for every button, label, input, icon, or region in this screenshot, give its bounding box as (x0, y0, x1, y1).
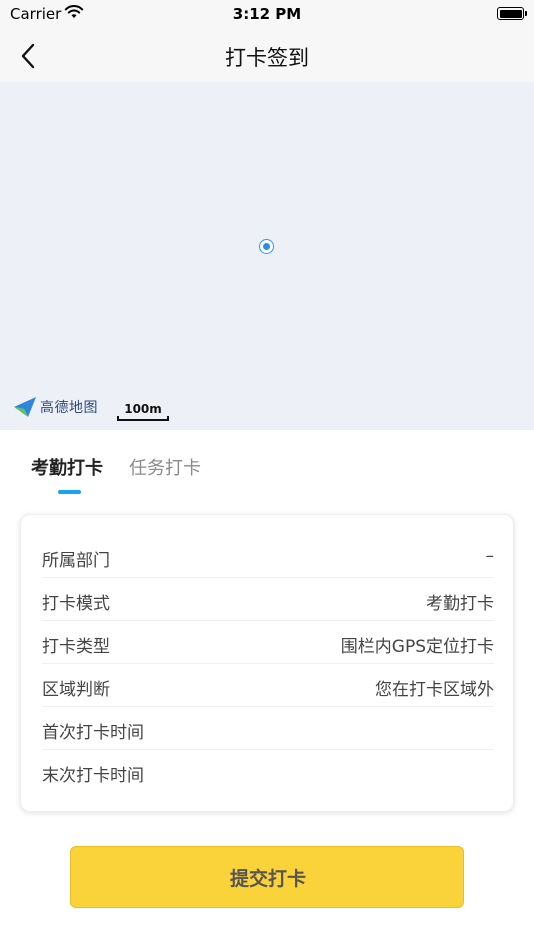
status-bar: Carrier 3:12 PM (0, 0, 534, 30)
row-value: 考勤打卡 (426, 594, 494, 614)
page-title: 打卡签到 (225, 46, 309, 70)
row-label: 区域判断 (42, 680, 110, 700)
clock-time: 3:12 PM (232, 5, 302, 23)
row-label: 末次打卡时间 (42, 766, 144, 786)
checkin-info-card: 所属部门 – 打卡模式 考勤打卡 打卡类型 围栏内GPS定位打卡 区域判断 您在… (20, 514, 514, 812)
tab-attendance-checkin[interactable]: 考勤打卡 (31, 454, 103, 480)
info-row-last-checkin-time: 末次打卡时间 (42, 750, 494, 793)
submit-checkin-button[interactable]: 提交打卡 (70, 846, 464, 908)
info-row-checkin-mode: 打卡模式 考勤打卡 (42, 578, 494, 621)
info-row-checkin-type: 打卡类型 围栏内GPS定位打卡 (42, 621, 494, 664)
navigation-bar: 打卡签到 (0, 30, 534, 82)
row-value: – (485, 546, 495, 566)
battery-icon (497, 7, 527, 20)
tab-task-checkin[interactable]: 任务打卡 (129, 454, 201, 480)
map-scale: 100m (117, 402, 169, 421)
map-provider-logo: 高德地图 (12, 395, 98, 419)
amap-logo-icon (14, 397, 36, 417)
map-provider-name: 高德地图 (40, 400, 98, 416)
submit-button-label: 提交打卡 (229, 868, 306, 890)
row-label: 打卡类型 (42, 637, 110, 657)
row-value: 您在打卡区域外 (375, 680, 494, 700)
map-view[interactable]: 高德地图 100m (0, 82, 534, 430)
map-scale-bar (117, 416, 169, 421)
info-row-area-status: 区域判断 您在打卡区域外 (42, 664, 494, 707)
row-label: 打卡模式 (42, 594, 110, 614)
row-label: 所属部门 (42, 551, 110, 571)
checkin-tabs: 考勤打卡 任务打卡 (0, 430, 534, 500)
row-value: 围栏内GPS定位打卡 (340, 637, 494, 657)
current-location-marker (259, 239, 274, 254)
map-scale-label: 100m (124, 402, 162, 416)
row-label: 首次打卡时间 (42, 723, 144, 743)
info-row-department: 所属部门 – (42, 535, 494, 578)
active-tab-indicator (58, 490, 81, 494)
info-row-first-checkin-time: 首次打卡时间 (42, 707, 494, 750)
